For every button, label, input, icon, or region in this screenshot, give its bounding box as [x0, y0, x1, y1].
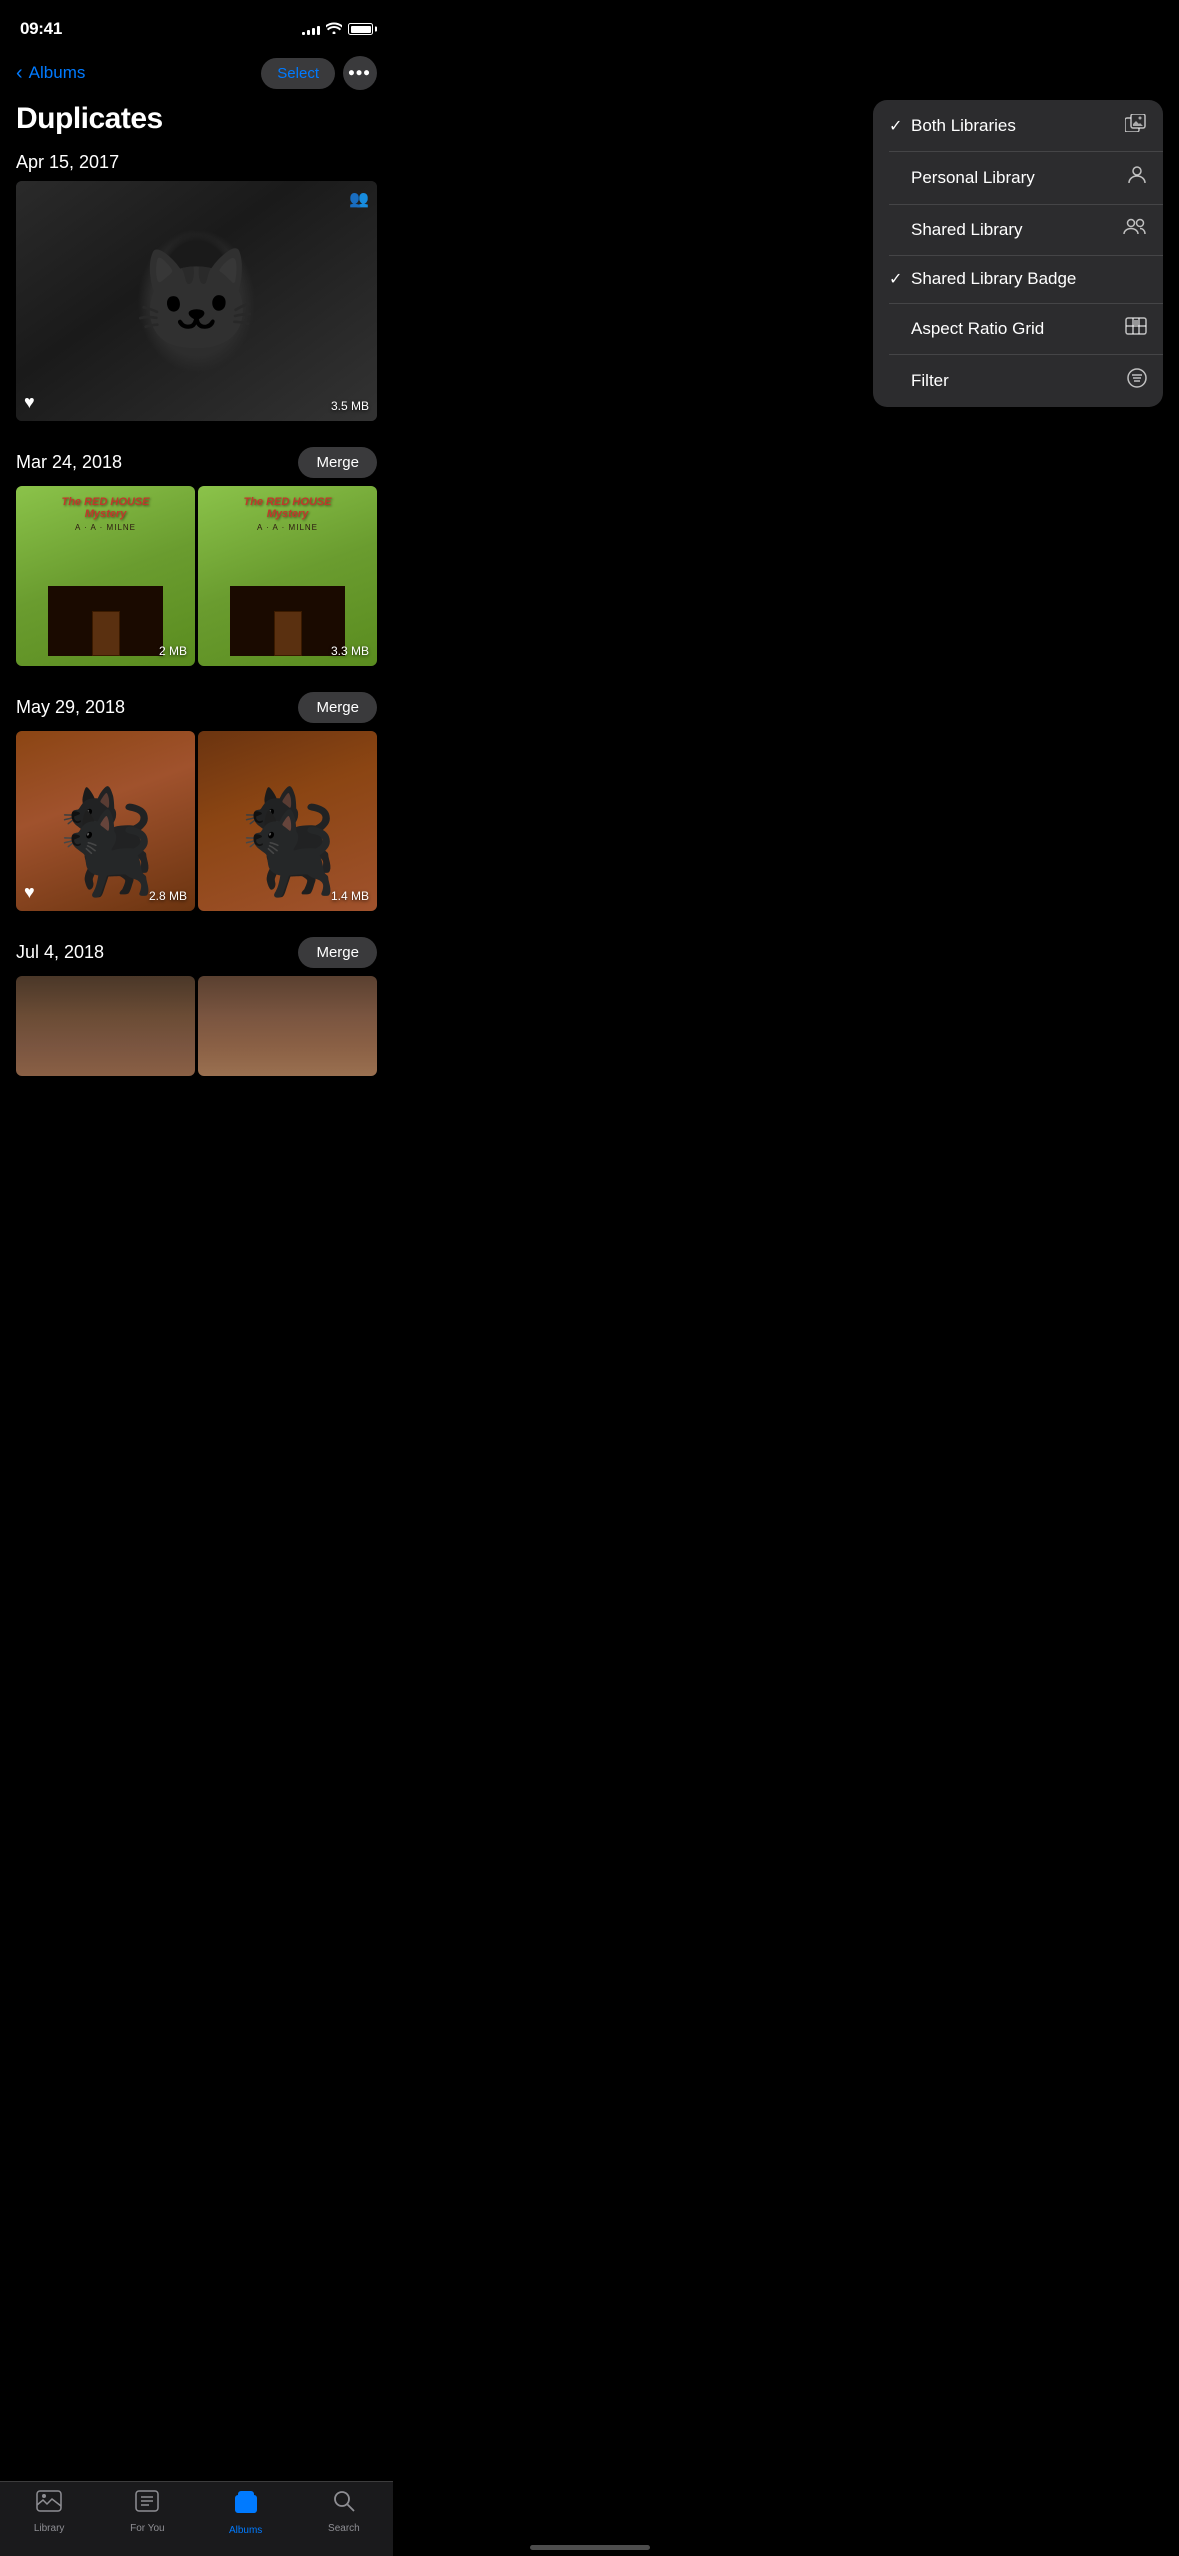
people-icon — [1123, 218, 1147, 241]
more-button[interactable]: ⬤⬤⬤ — [343, 56, 377, 90]
back-button[interactable]: ‹ Albums — [16, 63, 85, 83]
menu-item-shared-library-badge[interactable]: ✓ Shared Library Badge — [873, 255, 1163, 303]
gallery-icon — [1125, 114, 1147, 137]
book-photo: The RED HOUSEMystery A · A · MILNE — [198, 486, 377, 666]
for-you-tab-icon — [135, 2490, 159, 2519]
home-indicator — [530, 2545, 650, 2550]
photo-item[interactable] — [198, 976, 377, 1076]
menu-item-both-libraries[interactable]: ✓ Both Libraries — [873, 100, 1163, 151]
heart-icon: ♥ — [24, 392, 35, 413]
wifi-icon — [326, 22, 342, 37]
nav-actions: Select ⬤⬤⬤ — [261, 56, 377, 90]
cat-floor-photo: 🐈‍⬛ — [16, 731, 195, 911]
date-group-jul-2018: Jul 4, 2018 Merge — [16, 923, 377, 1076]
tab-albums-label: Albums — [229, 2525, 262, 2536]
battery-icon — [348, 23, 373, 35]
grid-icon — [1125, 317, 1147, 340]
menu-label: Filter — [911, 371, 1119, 391]
merge-button-may[interactable]: Merge — [298, 692, 377, 723]
photo-size: 1.4 MB — [331, 889, 369, 903]
tab-library[interactable]: Library — [0, 2490, 98, 2536]
menu-item-aspect-ratio-grid[interactable]: Aspect Ratio Grid — [873, 303, 1163, 354]
select-button[interactable]: Select — [261, 58, 335, 89]
date-label: Mar 24, 2018 — [16, 452, 122, 473]
status-bar: 09:41 — [0, 0, 393, 52]
tab-bar: Library For You Albums — [0, 2481, 393, 2556]
photo-item[interactable]: The RED HOUSEMystery A · A · MILNE 2 MB — [16, 486, 195, 666]
date-group-may-2018: May 29, 2018 Merge 🐈‍⬛ ♥ 2.8 MB 🐈‍⬛ — [16, 678, 377, 911]
menu-label: Shared Library — [911, 220, 1115, 240]
date-label: May 29, 2018 — [16, 697, 125, 718]
cat-photo: 🐱 — [16, 181, 377, 421]
back-chevron-icon: ‹ — [16, 63, 23, 83]
heart-icon: ♥ — [24, 882, 35, 903]
date-label: Jul 4, 2018 — [16, 942, 104, 963]
cat-floor-photo: 🐈‍⬛ — [198, 731, 377, 911]
merge-button-jul[interactable]: Merge — [298, 937, 377, 968]
tab-albums[interactable]: Albums — [197, 2490, 295, 2536]
photo-grid: The RED HOUSEMystery A · A · MILNE 2 MB … — [16, 486, 377, 666]
photo-item[interactable]: 🐈‍⬛ 1.4 MB — [198, 731, 377, 911]
shared-badge-icon: 👥 — [349, 189, 369, 209]
merge-button-mar[interactable]: Merge — [298, 447, 377, 478]
photo-grid: 🐈‍⬛ ♥ 2.8 MB 🐈‍⬛ 1.4 MB — [16, 731, 377, 911]
tab-search-label: Search — [328, 2523, 360, 2534]
date-label: Apr 15, 2017 — [16, 152, 119, 173]
tab-search[interactable]: Search — [295, 2490, 393, 2536]
photo-grid — [16, 976, 377, 1076]
checkmark-icon: ✓ — [889, 269, 911, 289]
date-header-jul-2018: Jul 4, 2018 Merge — [16, 923, 377, 976]
book-photo: The RED HOUSEMystery A · A · MILNE — [16, 486, 195, 666]
person-icon — [1127, 165, 1147, 190]
checkmark-icon: ✓ — [889, 116, 911, 136]
photo-item[interactable]: The RED HOUSEMystery A · A · MILNE 3.3 M… — [198, 486, 377, 666]
date-header-mar-2018: Mar 24, 2018 Merge — [16, 433, 377, 486]
signal-icon — [302, 23, 320, 35]
date-header-apr-2017: Apr 15, 2017 — [16, 138, 377, 181]
date-group-apr-2017: Apr 15, 2017 🐱 👥 ♥ 3.5 MB — [16, 138, 377, 421]
albums-tab-icon — [234, 2490, 258, 2521]
photo-size: 3.5 MB — [331, 399, 369, 413]
status-time: 09:41 — [20, 19, 62, 39]
menu-label: Aspect Ratio Grid — [911, 319, 1117, 339]
photo-item[interactable] — [16, 976, 195, 1076]
date-header-may-2018: May 29, 2018 Merge — [16, 678, 377, 731]
tab-for-you[interactable]: For You — [98, 2490, 196, 2536]
photo-item[interactable]: 🐈‍⬛ ♥ 2.8 MB — [16, 731, 195, 911]
photo-grid: 🐱 👥 ♥ 3.5 MB — [16, 181, 377, 421]
menu-item-filter[interactable]: Filter — [873, 354, 1163, 407]
photo-item[interactable]: 🐱 👥 ♥ 3.5 MB — [16, 181, 377, 421]
menu-item-personal-library[interactable]: Personal Library — [873, 151, 1163, 204]
search-tab-icon — [333, 2490, 355, 2519]
menu-item-shared-library[interactable]: Shared Library — [873, 204, 1163, 255]
photo-size: 3.3 MB — [331, 644, 369, 658]
back-label: Albums — [29, 63, 86, 83]
menu-label: Both Libraries — [911, 116, 1117, 136]
menu-label: Personal Library — [911, 168, 1119, 188]
page-title: Duplicates — [0, 98, 393, 138]
more-icon: ⬤⬤⬤ — [349, 70, 372, 76]
photo-size: 2.8 MB — [149, 889, 187, 903]
tab-library-label: Library — [34, 2523, 65, 2534]
library-tab-icon — [36, 2490, 62, 2519]
nav-header: ‹ Albums Select ⬤⬤⬤ — [0, 52, 393, 98]
dropdown-menu[interactable]: ✓ Both Libraries Personal Library — [873, 100, 1163, 407]
menu-label: Shared Library Badge — [911, 269, 1147, 289]
tab-for-you-label: For You — [130, 2523, 164, 2534]
date-group-mar-2018: Mar 24, 2018 Merge The RED HOUSEMystery … — [16, 433, 377, 666]
status-icons — [302, 22, 373, 37]
content-area: Apr 15, 2017 🐱 👥 ♥ 3.5 MB Mar 24, 2018 M… — [0, 138, 393, 1188]
photo-size: 2 MB — [159, 644, 187, 658]
filter-icon — [1127, 368, 1147, 393]
